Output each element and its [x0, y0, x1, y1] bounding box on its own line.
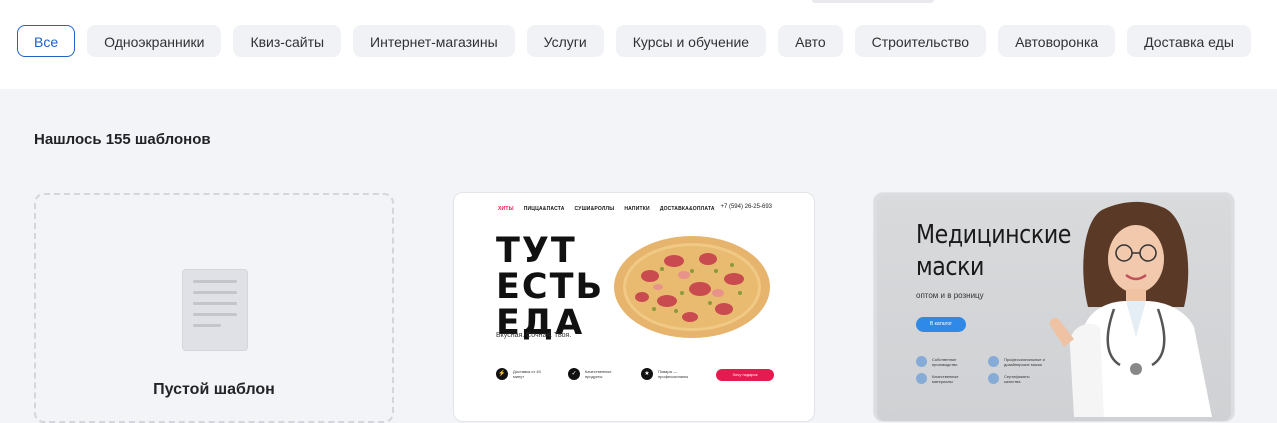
pizza-subtitle: Вкусная. Сочная. Твоя.	[496, 332, 572, 339]
pizza-nav-item[interactable]: СУШИ&РОЛЛЫ	[575, 206, 615, 212]
pizza-phone: +7 (594) 26-25-693	[720, 204, 772, 210]
category-chips: Все Одноэкранники Квиз-сайты Интернет-магаз…	[17, 25, 1251, 57]
filter-chip[interactable]: Курсы и обучение	[615, 25, 767, 57]
pizza-nav-item[interactable]: ХИТЫ	[498, 206, 514, 212]
filter-chip[interactable]: Услуги	[526, 25, 604, 57]
document-icon	[182, 269, 248, 351]
pizza-template-card[interactable]: ХИТЫ ПИЦЦА&ПАСТА СУШИ&РОЛЛЫ НАПИТКИ ДОСТАВКА…	[453, 192, 815, 422]
pizza-nav: ХИТЫ ПИЦЦА&ПАСТА СУШИ&РОЛЛЫ НАПИТКИ ДОСТАВКА…	[498, 206, 715, 212]
pizza-nav-item[interactable]: ПИЦЦА&ПАСТА	[524, 206, 565, 212]
medical-feature-4: Сертификаты качества	[988, 373, 1044, 384]
pizza-cta-button[interactable]: Хочу подарок	[716, 369, 774, 381]
filter-chip[interactable]: Все	[17, 25, 76, 57]
lightning-icon: ⚡	[496, 368, 508, 380]
filter-chip[interactable]: Автоворонка	[998, 25, 1116, 57]
empty-template-title: Пустой шаблон	[153, 381, 275, 398]
pizza-nav-item[interactable]: НАПИТКИ	[624, 206, 649, 212]
medical-feature-3: Качественные материалы	[916, 373, 966, 384]
feature-icon	[916, 356, 927, 367]
pizza-nav-item[interactable]: ДОСТАВКА&ОПЛАТА	[660, 206, 715, 212]
filter-bar: Все Одноэкранники Квиз-сайты Интернет-магаз…	[0, 0, 1277, 89]
results-count: Нашлось 155 шаблонов	[34, 131, 211, 148]
feature-icon	[988, 373, 999, 384]
doctor-image	[1049, 201, 1212, 417]
star-icon: ★	[641, 368, 653, 380]
medical-subtitle: оптом и в розницу	[916, 291, 984, 300]
pizza-feature-2: ✓ Качественные продукты	[568, 368, 619, 380]
filter-chip[interactable]: Строительство	[854, 25, 987, 57]
filter-chip[interactable]: Квиз-сайты	[233, 25, 342, 57]
pizza-feature-1: ⚡ Доставка от 40 минут	[496, 368, 543, 380]
feature-icon	[916, 373, 927, 384]
pizza-feature-3: ★ Повара — профессионалы	[641, 368, 694, 380]
medical-feature-1: Собственное производство	[916, 356, 966, 367]
medical-cta-button[interactable]: В каталог	[916, 317, 966, 332]
filter-chip[interactable]: Интернет-магазины	[353, 25, 515, 57]
top-scroll-handle	[812, 0, 934, 3]
check-icon: ✓	[568, 368, 580, 380]
feature-icon	[988, 356, 999, 367]
filter-chip[interactable]: Одноэкранники	[87, 25, 222, 57]
pizza-image	[614, 236, 770, 338]
filter-chip[interactable]: Авто	[778, 25, 843, 57]
pizza-headline: ТУТ ЕСТЬ ЕДА	[496, 231, 605, 343]
filter-chip[interactable]: Доставка еды	[1127, 25, 1251, 57]
empty-template-card[interactable]: Пустой шаблон	[34, 193, 394, 423]
medical-template-card[interactable]: Медицинские маски оптом и в розницу В ка…	[873, 192, 1235, 422]
